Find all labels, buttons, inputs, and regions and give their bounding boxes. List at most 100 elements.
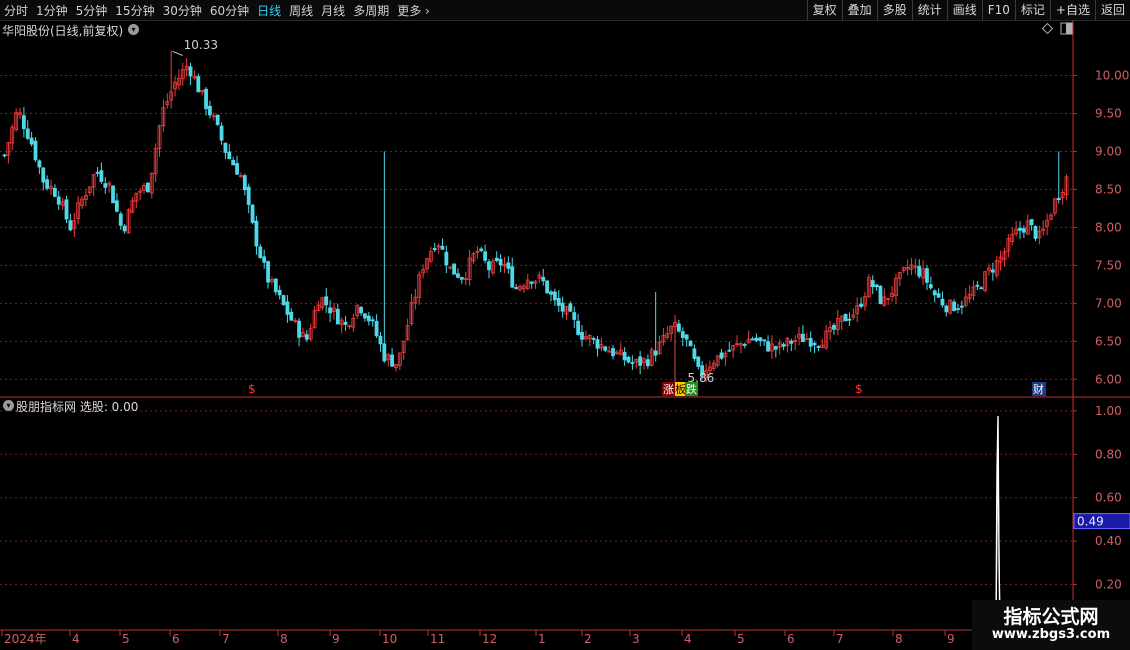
- candle-body: [33, 140, 38, 161]
- candle-body: [506, 262, 511, 269]
- price-tick-label: 9.00: [1095, 144, 1122, 158]
- candle-body: [545, 280, 550, 294]
- time-tick-label: 9: [332, 632, 340, 646]
- time-tick-label: 5: [737, 632, 745, 646]
- candle-body: [146, 182, 150, 193]
- price-tick-label: 10.00: [1095, 68, 1129, 82]
- candle-body: [781, 344, 786, 347]
- indicator-tick-label: 0.40: [1095, 534, 1122, 548]
- candle-body: [936, 293, 941, 298]
- candle-body: [118, 213, 123, 226]
- candle-body: [789, 340, 794, 344]
- candle-body: [990, 269, 995, 273]
- candle-body: [235, 163, 239, 175]
- time-tick-label: 4: [684, 632, 692, 646]
- candle-body: [979, 287, 984, 290]
- candle-body: [917, 266, 922, 277]
- event-marker-dollar: $: [855, 382, 863, 396]
- candle-body: [677, 323, 681, 332]
- indicator-tick-label: 1.00: [1095, 404, 1122, 418]
- candle-body: [773, 346, 778, 350]
- candle-body: [878, 285, 883, 305]
- die-badge: 跌: [686, 382, 697, 396]
- candle-body: [859, 303, 863, 307]
- candle-body: [324, 296, 329, 306]
- candle-body: [1021, 228, 1026, 233]
- candle-body: [277, 289, 282, 296]
- candle-body: [874, 284, 879, 288]
- time-tick-label: 8: [280, 632, 288, 646]
- candle-body: [688, 340, 693, 347]
- time-tick-label: 9: [947, 632, 955, 646]
- price-tick-label: 6.50: [1095, 334, 1122, 348]
- price-tick-label: 8.50: [1095, 182, 1122, 196]
- candle-body: [25, 128, 30, 139]
- candle-body: [456, 273, 460, 278]
- watermark-url: www.zbgs3.com: [991, 627, 1111, 642]
- candle-body: [242, 175, 247, 191]
- candle-body: [494, 257, 499, 261]
- candle-body: [45, 179, 50, 189]
- candle-body: [580, 332, 584, 340]
- price-tick-label: 9.50: [1095, 106, 1122, 120]
- candle-body: [297, 320, 301, 338]
- candle-body: [231, 159, 236, 166]
- candle-body: [603, 346, 608, 351]
- candle-body: [122, 225, 127, 232]
- indicator-chevron-down-icon[interactable]: ▾: [3, 400, 14, 411]
- candle-body: [366, 315, 371, 322]
- candle-body: [99, 170, 104, 182]
- candle-body: [483, 251, 488, 261]
- candle-body: [498, 258, 503, 266]
- candle-body: [956, 308, 960, 310]
- candle-body: [959, 305, 964, 308]
- time-tick-label: 7: [836, 632, 844, 646]
- chevron-down-icon[interactable]: ▾: [128, 24, 139, 35]
- candle-body: [653, 350, 658, 356]
- candle-body: [304, 334, 309, 340]
- candle-body: [812, 342, 817, 346]
- cai-badge: 财: [1033, 382, 1044, 396]
- candle-body: [638, 356, 643, 366]
- price-tick-label: 7.50: [1095, 258, 1122, 272]
- indicator-tick-label: 0.80: [1095, 447, 1122, 461]
- candle-body: [742, 344, 747, 346]
- candle-body: [1018, 227, 1022, 231]
- candle-body: [529, 281, 534, 284]
- candle-body: [766, 341, 770, 352]
- candle-body: [227, 151, 232, 160]
- candle-body: [382, 343, 387, 362]
- candle-body: [208, 105, 212, 116]
- candle-body: [680, 331, 685, 338]
- candle-body: [843, 314, 848, 322]
- candle-body: [363, 313, 367, 319]
- candle-body: [591, 338, 596, 340]
- watermark-logo-text: 指标公式网: [1003, 606, 1099, 628]
- candle-body: [188, 66, 193, 77]
- candle-body: [801, 333, 805, 342]
- candle-body: [1029, 219, 1034, 226]
- candle-body: [390, 354, 394, 367]
- candle-body: [29, 137, 34, 145]
- indicator-tick-label: 0.20: [1095, 578, 1122, 592]
- candle-body: [21, 115, 26, 130]
- time-tick-label: 12: [482, 632, 497, 646]
- candle-body: [727, 349, 732, 352]
- chart-canvas: 10.00 9.50 9.00 8.50 8.00 7.50 7.00 6.50 6.00 1.0…: [0, 20, 1130, 646]
- candle-body: [204, 88, 208, 110]
- candle-body: [432, 248, 437, 251]
- diamond-icon: [1041, 22, 1054, 35]
- time-tick-label: 6: [172, 632, 180, 646]
- candle-body: [219, 125, 224, 141]
- candle-body: [611, 348, 615, 357]
- event-marker-dollar: $: [248, 382, 256, 396]
- candle-body: [37, 160, 42, 168]
- candle-body: [510, 266, 515, 288]
- candle-body: [975, 284, 980, 287]
- candle-body: [459, 277, 464, 280]
- candle-body: [692, 348, 697, 359]
- candle-body: [262, 256, 267, 263]
- time-tick-label: 1: [538, 632, 546, 646]
- candle-body: [374, 320, 379, 337]
- candle-body: [626, 356, 631, 363]
